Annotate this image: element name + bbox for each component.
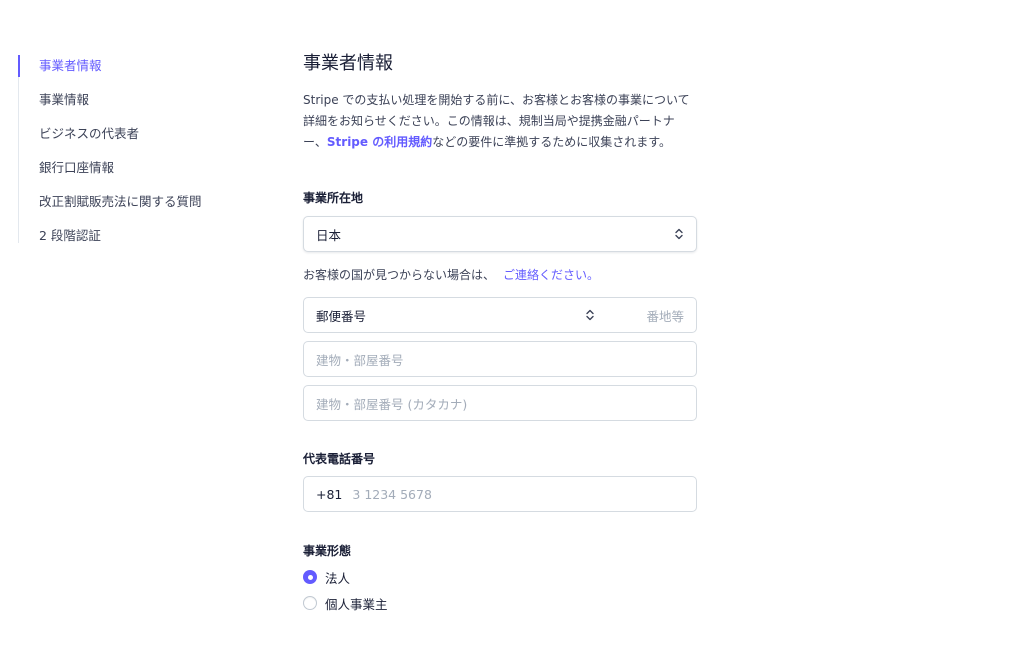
- contact-us-link[interactable]: ご連絡ください。: [503, 268, 599, 282]
- phone-placeholder: 3 1234 5678: [352, 486, 432, 502]
- country-select[interactable]: 日本: [303, 216, 697, 252]
- sidebar-nav: 事業者情報 事業情報 ビジネスの代表者 銀行口座情報 改正割賦販売法に関する質問…: [18, 55, 248, 243]
- country-value: 日本: [316, 227, 342, 243]
- business-type-corporation-label: 法人: [325, 570, 351, 586]
- intro-text-after: などの要件に準拠するために収集されます。: [432, 135, 672, 149]
- postal-code-placeholder: 郵便番号: [316, 308, 367, 324]
- address-label: 事業所在地: [303, 191, 364, 205]
- radio-selected-icon: [303, 570, 317, 584]
- sidebar-item-two-step-auth[interactable]: 2 段階認証: [19, 225, 248, 259]
- business-type-label: 事業形態: [303, 544, 352, 558]
- business-type-corporation-option[interactable]: 法人: [303, 566, 697, 588]
- intro-text: Stripe での支払い処理を開始する前に、お客様とお客様の事業について詳細をお…: [303, 90, 697, 153]
- phone-country-code: +81: [316, 486, 343, 502]
- chevron-up-down-icon: [586, 309, 594, 321]
- business-type-sole-proprietor-option[interactable]: 個人事業主: [303, 592, 697, 614]
- phone-label: 代表電話番号: [303, 452, 376, 466]
- postal-street-row: 郵便番号 番地等: [303, 297, 697, 333]
- building-input[interactable]: 建物・部屋番号: [303, 341, 697, 377]
- business-type-sole-proprietor-label: 個人事業主: [325, 596, 388, 612]
- country-help-text: お客様の国が見つからない場合は、: [303, 268, 496, 282]
- sidebar-item-business-details[interactable]: 事業者情報: [18, 55, 248, 89]
- radio-unselected-icon: [303, 596, 317, 610]
- postal-code-select[interactable]: 郵便番号: [316, 306, 601, 325]
- building-placeholder: 建物・部屋番号: [316, 352, 404, 368]
- sidebar-item-business-info[interactable]: 事業情報: [19, 89, 248, 123]
- street-input[interactable]: 番地等: [646, 306, 684, 325]
- terms-link[interactable]: Stripe の利用規約: [327, 135, 432, 149]
- phone-input[interactable]: +81 3 1234 5678: [303, 476, 697, 512]
- main-form: 事業者情報 Stripe での支払い処理を開始する前に、お客様とお客様の事業につ…: [303, 50, 697, 614]
- chevron-up-down-icon: [675, 228, 683, 240]
- sidebar-item-installment-sales-questions[interactable]: 改正割賦販売法に関する質問: [19, 191, 248, 225]
- building-kana-input[interactable]: 建物・部屋番号 (カタカナ): [303, 385, 697, 421]
- building-kana-placeholder: 建物・部屋番号 (カタカナ): [316, 396, 468, 412]
- country-help: お客様の国が見つからない場合は、 ご連絡ください。: [303, 266, 697, 284]
- sidebar-item-bank-account[interactable]: 銀行口座情報: [19, 157, 248, 191]
- sidebar-item-representative[interactable]: ビジネスの代表者: [19, 123, 248, 157]
- page-title: 事業者情報: [303, 53, 393, 74]
